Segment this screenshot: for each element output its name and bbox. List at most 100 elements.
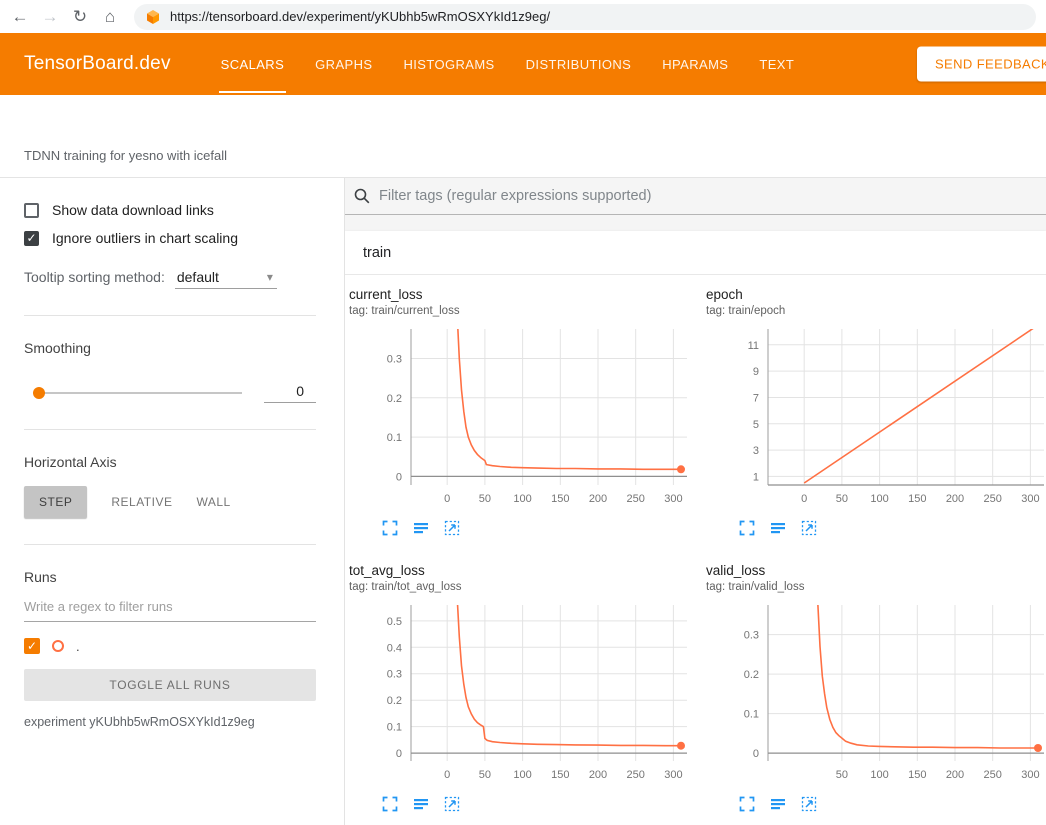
svg-text:0.2: 0.2 (387, 695, 402, 707)
fit-domain-icon[interactable] (443, 795, 461, 813)
svg-text:0.4: 0.4 (387, 642, 402, 654)
main-content: train current_loss tag: train/current_lo… (345, 178, 1046, 825)
svg-text:250: 250 (627, 493, 645, 505)
axis-step-button[interactable]: STEP (24, 486, 87, 518)
smoothing-value-input[interactable]: 0 (264, 382, 316, 403)
horizontal-axis-section: Horizontal Axis STEP RELATIVE WALL (24, 430, 316, 545)
chart-toolbar (706, 795, 1046, 813)
smoothing-slider-thumb[interactable] (33, 387, 45, 399)
send-feedback-button[interactable]: SEND FEEDBACK (917, 47, 1046, 82)
runs-selector-icon[interactable] (412, 795, 430, 813)
svg-text:50: 50 (479, 493, 491, 505)
runs-label: Runs (24, 569, 316, 585)
svg-text:0.3: 0.3 (744, 630, 759, 642)
chart-title: current_loss (349, 287, 706, 302)
show-download-links-label: Show data download links (52, 202, 214, 218)
svg-text:0: 0 (753, 748, 759, 760)
svg-text:50: 50 (479, 769, 491, 781)
toggle-all-runs-button[interactable]: TOGGLE ALL RUNS (24, 669, 316, 701)
tooltip-sorting-value: default (177, 269, 219, 285)
tab-hparams[interactable]: HPARAMS (660, 33, 730, 95)
show-download-links-checkbox[interactable] (24, 203, 39, 218)
general-settings-section: Show data download links ✓ Ignore outlie… (24, 178, 316, 316)
svg-text:5: 5 (753, 419, 759, 431)
runs-selector-icon[interactable] (769, 519, 787, 537)
svg-text:0: 0 (801, 493, 807, 505)
chart-block-tot-avg-loss: tot_avg_loss tag: train/tot_avg_loss 00.… (349, 563, 706, 813)
chart-toolbar (349, 795, 706, 813)
line-chart-epoch[interactable]: 1357911050100150200250300 (706, 321, 1046, 511)
svg-text:7: 7 (753, 393, 759, 405)
svg-text:250: 250 (627, 769, 645, 781)
chevron-down-icon: ▾ (267, 270, 273, 284)
address-bar[interactable]: https://tensorboard.dev/experiment/yKUbh… (134, 4, 1036, 30)
axis-relative-button[interactable]: RELATIVE (111, 495, 172, 509)
svg-text:250: 250 (984, 769, 1002, 781)
svg-text:0.3: 0.3 (387, 669, 402, 681)
svg-text:300: 300 (1021, 769, 1039, 781)
ignore-outliers-row[interactable]: ✓ Ignore outliers in chart scaling (24, 230, 316, 246)
fit-domain-icon[interactable] (800, 519, 818, 537)
chart-block-current-loss: current_loss tag: train/current_loss 00.… (349, 287, 706, 537)
line-chart-current-loss[interactable]: 00.10.20.3050100150200250300 (349, 321, 699, 511)
brand-logo: TensorBoard.dev (24, 53, 171, 75)
filter-tags-input[interactable] (379, 188, 1046, 204)
svg-text:0: 0 (444, 493, 450, 505)
tab-histograms[interactable]: HISTOGRAMS (401, 33, 496, 95)
svg-text:200: 200 (946, 493, 964, 505)
svg-text:0: 0 (444, 769, 450, 781)
line-chart-valid-loss[interactable]: 00.10.20.350100150200250300 (706, 597, 1046, 787)
chart-title: valid_loss (706, 563, 1046, 578)
smoothing-slider[interactable] (34, 392, 242, 394)
filter-tags-row (345, 178, 1046, 215)
svg-text:150: 150 (551, 493, 569, 505)
back-icon[interactable]: ← (6, 3, 34, 31)
run-row[interactable]: ✓ . (24, 638, 316, 654)
charts-grid: current_loss tag: train/current_loss 00.… (345, 275, 1046, 813)
svg-text:50: 50 (836, 493, 848, 505)
ignore-outliers-checkbox[interactable]: ✓ (24, 231, 39, 246)
expand-chart-icon[interactable] (381, 519, 399, 537)
home-icon[interactable]: ⌂ (96, 3, 124, 31)
fit-domain-icon[interactable] (800, 795, 818, 813)
expand-chart-icon[interactable] (381, 795, 399, 813)
svg-text:1: 1 (753, 471, 759, 483)
svg-text:0.2: 0.2 (744, 669, 759, 681)
tooltip-sorting-select[interactable]: default ▾ (175, 268, 277, 289)
chart-block-epoch: epoch tag: train/epoch 13579110501001502… (706, 287, 1046, 537)
nav-tabs: SCALARS GRAPHS HISTOGRAMS DISTRIBUTIONS … (219, 33, 824, 95)
chart-title: tot_avg_loss (349, 563, 706, 578)
axis-wall-button[interactable]: WALL (196, 495, 230, 509)
train-section-header[interactable]: train (345, 231, 1046, 275)
runs-regex-input[interactable] (24, 591, 316, 622)
tab-scalars[interactable]: SCALARS (219, 33, 287, 95)
run-checkbox[interactable]: ✓ (24, 638, 40, 654)
expand-chart-icon[interactable] (738, 519, 756, 537)
expand-chart-icon[interactable] (738, 795, 756, 813)
fit-domain-icon[interactable] (443, 519, 461, 537)
forward-icon[interactable]: → (36, 3, 64, 31)
experiment-description: TDNN training for yesno with icefall (24, 148, 227, 163)
tab-distributions[interactable]: DISTRIBUTIONS (524, 33, 634, 95)
svg-text:100: 100 (513, 493, 531, 505)
svg-text:250: 250 (984, 493, 1002, 505)
runs-selector-icon[interactable] (412, 519, 430, 537)
svg-text:100: 100 (870, 493, 888, 505)
app-header: TensorBoard.dev SCALARS GRAPHS HISTOGRAM… (0, 33, 1046, 95)
svg-text:0: 0 (396, 748, 402, 760)
settings-sidebar: Show data download links ✓ Ignore outlie… (0, 178, 345, 825)
smoothing-section: Smoothing 0 (24, 316, 316, 430)
reload-icon[interactable]: ↻ (66, 3, 94, 31)
tab-text[interactable]: TEXT (757, 33, 796, 95)
svg-text:300: 300 (664, 769, 682, 781)
line-chart-tot-avg-loss[interactable]: 00.10.20.30.40.5050100150200250300 (349, 597, 699, 787)
svg-text:9: 9 (753, 366, 759, 378)
svg-text:0: 0 (396, 471, 402, 483)
svg-text:0.1: 0.1 (387, 432, 402, 444)
runs-selector-icon[interactable] (769, 795, 787, 813)
show-download-links-row[interactable]: Show data download links (24, 202, 316, 218)
svg-text:50: 50 (836, 769, 848, 781)
smoothing-label: Smoothing (24, 340, 316, 356)
tab-graphs[interactable]: GRAPHS (313, 33, 374, 95)
svg-text:300: 300 (664, 493, 682, 505)
